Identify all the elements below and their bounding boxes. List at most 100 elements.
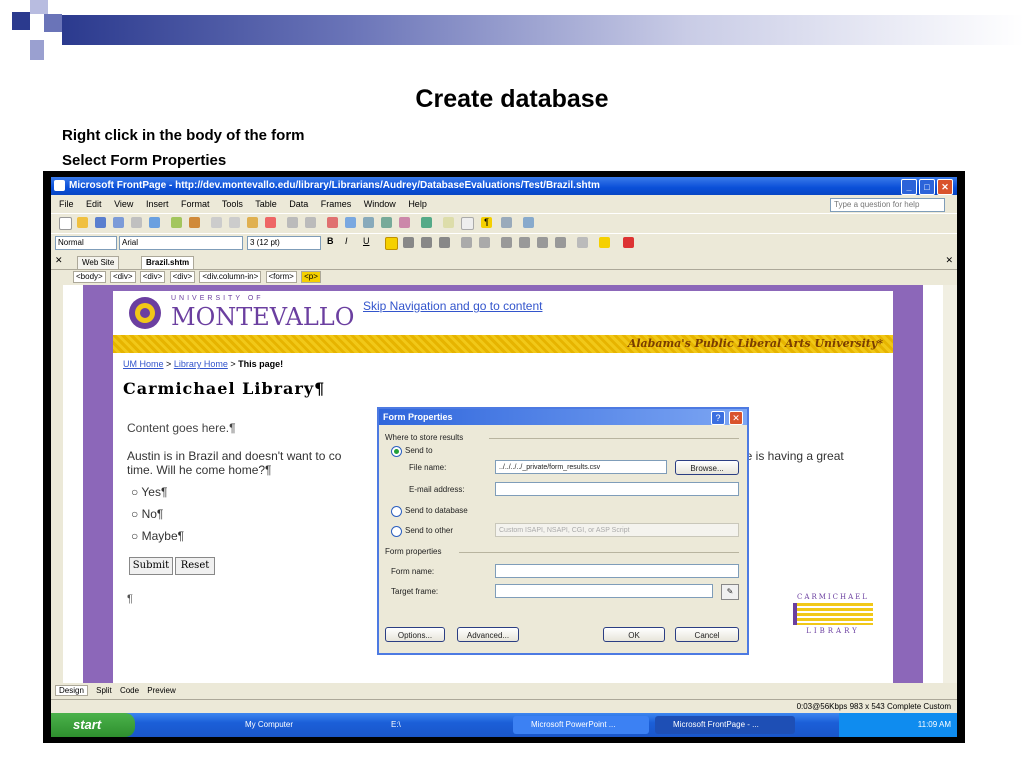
skip-navigation-link[interactable]: Skip Navigation and go to content xyxy=(363,299,542,313)
submit-button[interactable]: Submit xyxy=(129,557,173,575)
menu-format[interactable]: Format xyxy=(181,199,210,209)
view-design[interactable]: Design xyxy=(55,685,88,696)
show-all-icon[interactable]: ¶ xyxy=(481,217,492,228)
close-doc-icon[interactable]: ✕ xyxy=(945,255,953,266)
bold-icon[interactable]: B xyxy=(327,236,334,246)
view-code[interactable]: Code xyxy=(120,686,139,695)
menu-data[interactable]: Data xyxy=(289,199,308,209)
research-icon[interactable] xyxy=(189,217,200,228)
tab-web-site[interactable]: Web Site xyxy=(77,256,120,269)
tab-brazil-shtm[interactable]: Brazil.shtm xyxy=(141,256,195,269)
target-frame-pick-icon[interactable]: ✎ xyxy=(721,584,739,600)
radio-send-to-database[interactable] xyxy=(391,506,402,517)
view-preview[interactable]: Preview xyxy=(147,686,175,695)
hyperlink-icon[interactable] xyxy=(421,217,432,228)
open-icon[interactable] xyxy=(77,217,88,228)
insert-layer-icon[interactable] xyxy=(363,217,374,228)
preview-icon[interactable] xyxy=(149,217,160,228)
redo-icon[interactable] xyxy=(305,217,316,228)
task-e-drive[interactable]: E:\ xyxy=(373,716,493,734)
menu-window[interactable]: Window xyxy=(364,199,396,209)
font-size-select[interactable]: 3 (12 pt) xyxy=(247,236,321,250)
menu-view[interactable]: View xyxy=(114,199,133,209)
refresh-icon[interactable] xyxy=(443,217,454,228)
reset-button[interactable]: Reset xyxy=(175,557,215,575)
crumb-library-home[interactable]: Library Home xyxy=(174,359,228,369)
drawing-icon[interactable] xyxy=(399,217,410,228)
insert-picture-icon[interactable] xyxy=(381,217,392,228)
advanced-button[interactable]: Advanced... xyxy=(457,627,519,642)
option-yes[interactable]: ○ Yes¶ xyxy=(131,485,167,499)
decrease-indent-icon[interactable] xyxy=(537,237,548,248)
justify-icon[interactable] xyxy=(439,237,450,248)
task-frontpage[interactable]: Microsoft FrontPage - ... xyxy=(655,716,795,734)
cancel-button[interactable]: Cancel xyxy=(675,627,739,642)
radio-send-to[interactable] xyxy=(391,446,402,457)
anchor-icon[interactable] xyxy=(501,217,512,228)
crumb-um-home[interactable]: UM Home xyxy=(123,359,164,369)
tag-form[interactable]: <form> xyxy=(265,271,297,283)
file-name-input[interactable]: ../../../../_private/form_results.csv xyxy=(495,460,667,474)
publish-icon[interactable] xyxy=(113,217,124,228)
close-pane-icon[interactable]: ✕ xyxy=(55,255,63,266)
new-page-icon[interactable] xyxy=(59,217,72,230)
spelling-icon[interactable] xyxy=(171,217,182,228)
help-icon[interactable] xyxy=(523,217,534,228)
email-input[interactable] xyxy=(495,482,739,496)
vertical-scrollbar[interactable] xyxy=(943,285,957,683)
close-icon[interactable]: ✕ xyxy=(937,179,953,195)
help-question-input[interactable]: Type a question for help xyxy=(830,198,945,212)
task-powerpoint[interactable]: Microsoft PowerPoint ... xyxy=(513,716,649,734)
decrease-font-icon[interactable] xyxy=(479,237,490,248)
paste-icon[interactable] xyxy=(247,217,258,228)
view-split[interactable]: Split xyxy=(96,686,112,695)
format-painter-icon[interactable] xyxy=(265,217,276,228)
menu-insert[interactable]: Insert xyxy=(146,199,169,209)
form-name-input[interactable] xyxy=(495,564,739,578)
option-maybe[interactable]: ○ Maybe¶ xyxy=(131,529,184,543)
radio-send-to-other[interactable] xyxy=(391,526,402,537)
menu-edit[interactable]: Edit xyxy=(86,199,102,209)
increase-indent-icon[interactable] xyxy=(555,237,566,248)
menu-frames[interactable]: Frames xyxy=(321,199,352,209)
tag-div-1[interactable]: <div> xyxy=(109,271,136,283)
stop-icon[interactable] xyxy=(461,217,474,230)
options-button[interactable]: Options... xyxy=(385,627,445,642)
bullets-icon[interactable] xyxy=(519,237,530,248)
highlight-icon[interactable] xyxy=(599,237,610,248)
menu-file[interactable]: File xyxy=(59,199,74,209)
start-button[interactable]: start xyxy=(51,713,135,737)
copy-icon[interactable] xyxy=(229,217,240,228)
tag-p[interactable]: <p> xyxy=(301,271,321,283)
target-frame-input[interactable] xyxy=(495,584,713,598)
maximize-icon[interactable]: □ xyxy=(919,179,935,195)
borders-icon[interactable] xyxy=(577,237,588,248)
tag-div-column[interactable]: <div.column-in> xyxy=(199,271,262,283)
tag-div-3[interactable]: <div> xyxy=(169,271,196,283)
ok-button[interactable]: OK xyxy=(603,627,665,642)
browse-button[interactable]: Browse... xyxy=(675,460,739,475)
menu-help[interactable]: Help xyxy=(408,199,427,209)
option-no[interactable]: ○ No¶ xyxy=(131,507,163,521)
tag-div-2[interactable]: <div> xyxy=(139,271,166,283)
tag-body[interactable]: <body> xyxy=(73,271,106,283)
menu-table[interactable]: Table xyxy=(255,199,277,209)
font-select[interactable]: Arial xyxy=(119,236,243,250)
italic-icon[interactable]: I xyxy=(345,236,348,246)
increase-font-icon[interactable] xyxy=(461,237,472,248)
menu-tools[interactable]: Tools xyxy=(222,199,243,209)
style-select[interactable]: Normal xyxy=(55,236,117,250)
numbering-icon[interactable] xyxy=(501,237,512,248)
underline-icon[interactable]: U xyxy=(363,236,370,246)
align-right-icon[interactable] xyxy=(421,237,432,248)
dialog-help-icon[interactable]: ? xyxy=(711,411,725,425)
align-center-icon[interactable] xyxy=(403,237,414,248)
cut-icon[interactable] xyxy=(211,217,222,228)
font-color-icon[interactable] xyxy=(623,237,634,248)
other-script-select[interactable]: Custom ISAPI, NSAPI, CGI, or ASP Script xyxy=(495,523,739,537)
minimize-icon[interactable]: _ xyxy=(901,179,917,195)
print-icon[interactable] xyxy=(131,217,142,228)
insert-table-icon[interactable] xyxy=(345,217,356,228)
undo-icon[interactable] xyxy=(287,217,298,228)
save-icon[interactable] xyxy=(95,217,106,228)
